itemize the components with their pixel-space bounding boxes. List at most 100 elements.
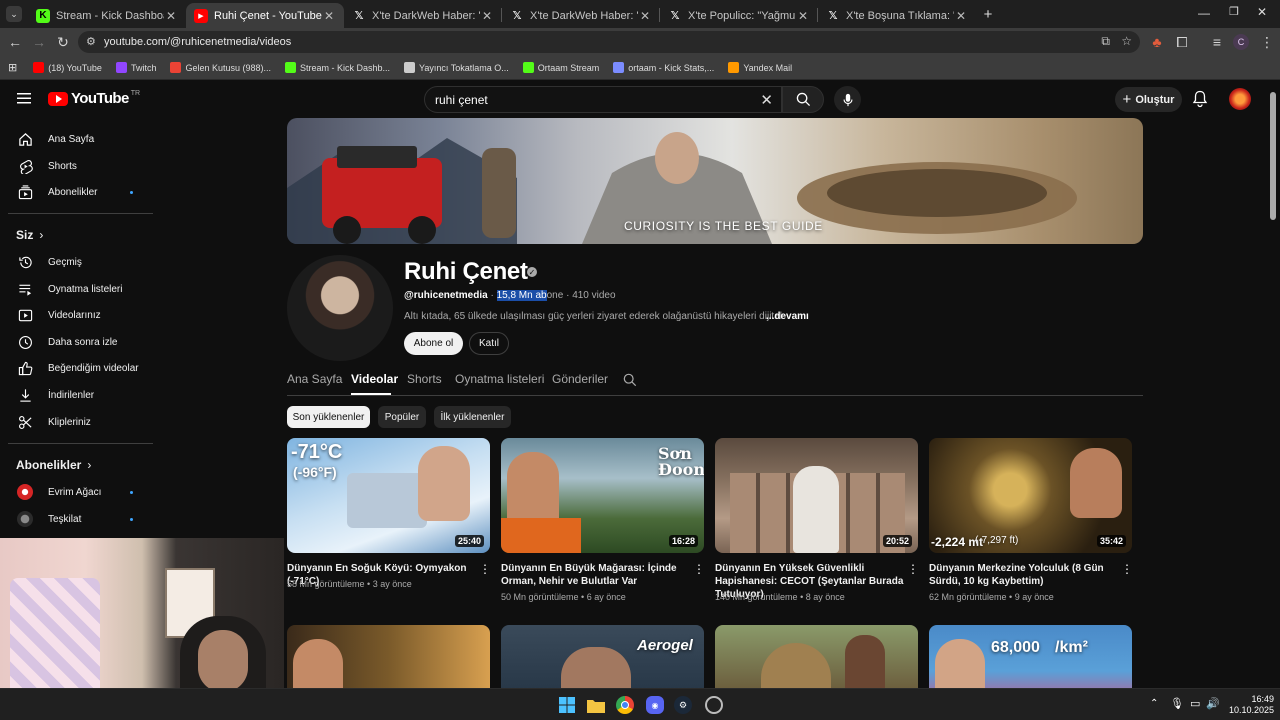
file-explorer-icon[interactable] (587, 696, 605, 714)
network-icon[interactable]: ▭ (1190, 697, 1200, 710)
tab-youtube-active[interactable]: ▶ Ruhi Çenet - YouTube ✕ (186, 3, 344, 28)
tab-shorts[interactable]: Shorts (407, 372, 442, 386)
video-thumbnail[interactable]: -71°C (-96°F) 25:40 (287, 438, 490, 553)
system-clock[interactable]: 16:49 10.10.2025 (1222, 694, 1274, 716)
close-tab-icon[interactable]: ✕ (796, 9, 810, 23)
windows-start-icon[interactable] (558, 696, 576, 714)
restore-icon[interactable]: ❐ (1226, 5, 1242, 21)
hamburger-menu-icon[interactable] (16, 90, 32, 106)
sidebar-item-watch-later[interactable]: Daha sonra izle (8, 329, 153, 355)
tray-overflow-icon[interactable]: ⌃ (1150, 698, 1158, 709)
extensions-puzzle-icon[interactable]: ⧠ (1173, 33, 1191, 51)
chip-latest[interactable]: Son yüklenenler (287, 406, 370, 428)
description-more-link[interactable]: ...devamı (766, 311, 809, 322)
close-tab-icon[interactable]: ✕ (954, 9, 968, 23)
extension-icon[interactable]: ♣ (1148, 33, 1166, 51)
chip-oldest[interactable]: İlk yüklenenler (434, 406, 511, 428)
bookmark-item[interactable]: Twitch (115, 62, 156, 73)
discord-icon[interactable]: ◉ (646, 696, 664, 714)
close-tab-icon[interactable]: ✕ (322, 9, 336, 23)
video-title[interactable]: Dünyanın En Büyük Mağarası: İçinde Orman… (501, 562, 696, 588)
tab-posts[interactable]: Gönderiler (552, 372, 608, 386)
youtube-logo[interactable]: YouTube TR (48, 90, 140, 107)
notifications-bell-icon[interactable] (1192, 90, 1208, 108)
chip-popular[interactable]: Popüler (378, 406, 426, 428)
sidebar-sub-teskilat[interactable]: Teşkilat (8, 506, 153, 532)
bookmark-star-icon[interactable]: ☆ (1121, 34, 1132, 48)
sidebar-item-home[interactable]: Ana Sayfa (8, 126, 153, 152)
reading-list-icon[interactable]: ≡ (1208, 33, 1226, 51)
sidebar-item-shorts[interactable]: Shorts (8, 153, 153, 179)
obs-icon[interactable] (705, 696, 723, 714)
close-tab-icon[interactable]: ✕ (638, 9, 652, 23)
page-scrollbar[interactable] (1270, 92, 1276, 220)
create-button[interactable]: + Oluştur (1115, 87, 1182, 112)
sidebar-item-downloads[interactable]: İndirilenler (8, 382, 153, 408)
tab-search-icon[interactable]: ⌄ (6, 6, 22, 22)
tab-home[interactable]: Ana Sayfa (287, 372, 342, 386)
sidebar-you-header[interactable]: Siz › (16, 228, 43, 242)
subscribe-button[interactable]: Abone ol (404, 332, 463, 355)
tab-x-4[interactable]: 𝕏 X'te Boşuna Tıklama: "Kamp vi ✕ (818, 3, 976, 28)
sidebar-item-clips[interactable]: Klipleriniz (8, 409, 153, 435)
channel-description[interactable]: Altı kıtada, 65 ülkede ulaşılması güç ye… (404, 311, 782, 322)
bookmark-item[interactable]: Gelen Kutusu (988)... (170, 62, 271, 73)
install-app-icon[interactable]: ⧉ (1101, 34, 1110, 49)
video-title[interactable]: Dünyanın Merkezine Yolculuk (8 Gün Sürdü… (929, 562, 1124, 588)
microphone-tray-icon[interactable]: 🎙 (1170, 697, 1184, 710)
close-tab-icon[interactable]: ✕ (480, 9, 494, 23)
video-thumbnail[interactable] (287, 625, 490, 688)
address-bar[interactable]: ⚙ youtube.com/@ruhicenetmedia/videos ⧉ ☆ (78, 31, 1140, 53)
channel-avatar[interactable] (287, 255, 393, 361)
tab-kick-dashboard[interactable]: K Stream - Kick Dashboard ✕ (28, 3, 186, 28)
chrome-taskbar-icon[interactable] (616, 696, 634, 714)
apps-grid-icon[interactable]: ⊞ (8, 61, 17, 74)
join-button[interactable]: Katıl (469, 332, 509, 355)
chrome-menu-icon[interactable]: ⋮ (1258, 33, 1276, 51)
video-thumbnail[interactable]: 68,000 /km² (929, 625, 1132, 688)
volume-icon[interactable]: 🔊 (1206, 697, 1220, 710)
channel-search-icon[interactable] (623, 373, 637, 387)
tab-videos[interactable]: Videolar (351, 372, 398, 386)
bookmark-item[interactable]: (18) YouTube (33, 62, 102, 73)
back-icon[interactable]: ← (6, 33, 24, 51)
sidebar-item-history[interactable]: Geçmiş (8, 249, 153, 275)
video-menu-icon[interactable]: ⋮ (907, 563, 919, 575)
video-menu-icon[interactable]: ⋮ (693, 563, 705, 575)
sidebar-item-playlists[interactable]: Oynatma listeleri (8, 276, 153, 302)
close-tab-icon[interactable]: ✕ (164, 9, 178, 23)
tab-x-2[interactable]: 𝕏 X'te DarkWeb Haber: "Bursa'da ✕ (502, 3, 660, 28)
bookmark-item[interactable]: Yandex Mail (728, 62, 792, 73)
video-thumbnail[interactable] (715, 625, 918, 688)
tab-x-1[interactable]: 𝕏 X'te DarkWeb Haber: "Bazı me ✕ (344, 3, 502, 28)
video-thumbnail[interactable]: 20:52 (715, 438, 918, 553)
forward-icon[interactable]: → (30, 33, 48, 51)
profile-avatar[interactable]: C (1233, 34, 1249, 50)
close-window-icon[interactable]: ✕ (1254, 5, 1270, 21)
video-menu-icon[interactable]: ⋮ (479, 563, 491, 575)
bookmark-item[interactable]: ortaam - Kick Stats,... (613, 62, 714, 73)
video-thumbnail[interactable]: Sơn Đoong 16:28 (501, 438, 704, 553)
account-avatar[interactable] (1229, 88, 1251, 110)
sidebar-sub-evrim-agaci[interactable]: Evrim Ağacı (8, 479, 153, 505)
clear-search-icon[interactable]: ✕ (760, 91, 773, 109)
sidebar-subscriptions-header[interactable]: Abonelikler › (16, 458, 91, 472)
search-button[interactable] (782, 86, 824, 113)
bookmark-item[interactable]: Stream - Kick Dashb... (285, 62, 390, 73)
tab-x-3[interactable]: 𝕏 X'te Populicc: "Yağmurlu bir gü ✕ (660, 3, 818, 28)
site-info-icon[interactable]: ⚙ (86, 35, 96, 48)
steam-icon[interactable]: ⚙ (674, 696, 692, 714)
bookmark-item[interactable]: Yayıncı Tokatlama O... (404, 62, 509, 73)
voice-search-button[interactable] (834, 86, 861, 113)
new-tab-icon[interactable]: + (980, 6, 996, 23)
minimize-icon[interactable]: — (1196, 6, 1212, 22)
sidebar-item-subscriptions[interactable]: Abonelikler (8, 179, 153, 205)
tab-playlists[interactable]: Oynatma listeleri (455, 372, 544, 386)
video-thumbnail[interactable]: -2,224 mt (-7,297 ft) 35:42 (929, 438, 1132, 553)
video-thumbnail[interactable]: Aerogel (501, 625, 704, 688)
search-input[interactable]: ruhi çenet ✕ (424, 86, 782, 113)
sidebar-item-your-videos[interactable]: Videolarınız (8, 302, 153, 328)
sidebar-item-liked[interactable]: Beğendiğim videolar (8, 355, 153, 381)
video-menu-icon[interactable]: ⋮ (1121, 563, 1133, 575)
bookmark-item[interactable]: Ortaam Stream (522, 62, 599, 73)
